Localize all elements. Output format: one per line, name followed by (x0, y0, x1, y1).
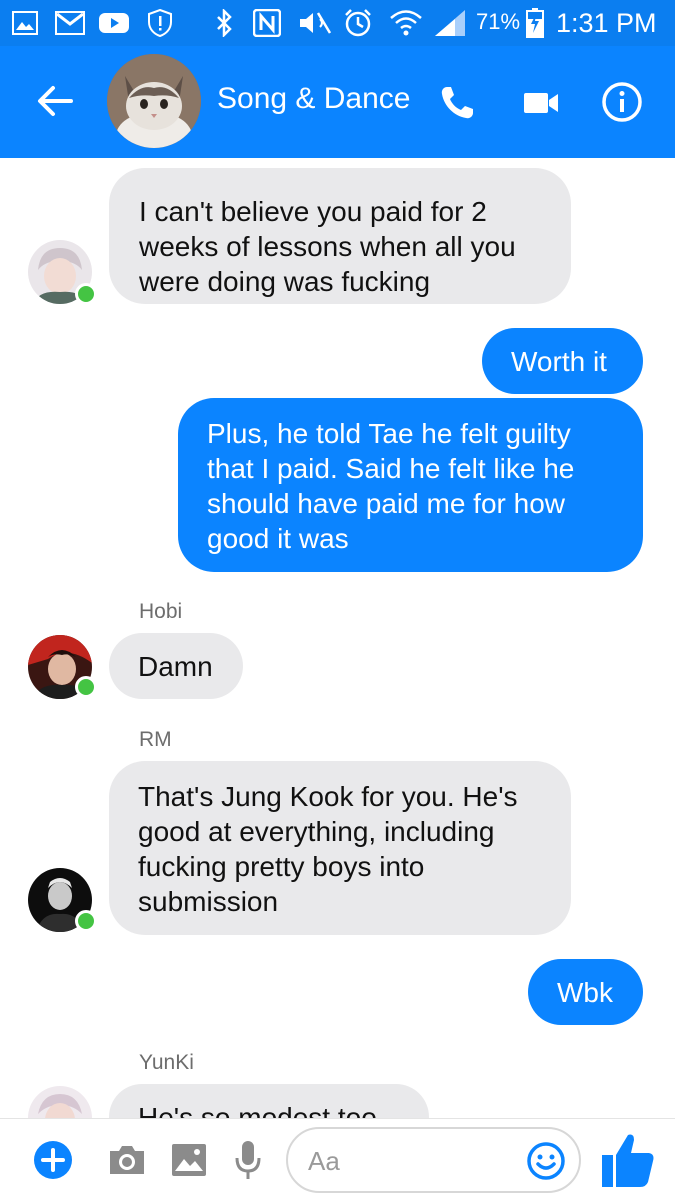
emoji-icon (527, 1142, 565, 1180)
microphone-icon (235, 1141, 261, 1179)
sender-name: Hobi (139, 600, 183, 623)
like-button[interactable] (598, 1129, 658, 1191)
message-list[interactable]: I can't believe you paid for 2 weeks of … (0, 158, 675, 1118)
sender-name: YunKi (139, 1051, 194, 1074)
thumbs-up-icon (602, 1134, 654, 1187)
online-indicator (75, 283, 97, 305)
info-button[interactable] (596, 76, 648, 128)
sender-avatar[interactable] (28, 1086, 92, 1118)
back-button[interactable] (30, 76, 80, 126)
message-bubble[interactable]: Worth it (482, 328, 643, 394)
battery-charging-icon (524, 8, 546, 38)
mute-icon (292, 8, 336, 38)
status-bar: 71% 1:31 PM (0, 0, 675, 46)
online-indicator (75, 910, 97, 932)
wifi-icon (388, 8, 424, 38)
voice-button[interactable] (226, 1135, 270, 1185)
video-camera-icon (524, 93, 558, 113)
nfc-icon (252, 8, 282, 38)
message-input[interactable] (308, 1141, 508, 1181)
info-icon (602, 82, 642, 122)
arrow-left-icon (38, 86, 73, 116)
video-call-button[interactable] (516, 78, 566, 128)
call-button[interactable] (432, 78, 482, 128)
alarm-icon (342, 8, 374, 38)
message-input-wrapper (286, 1127, 581, 1193)
online-indicator (75, 676, 97, 698)
bluetooth-icon (212, 8, 236, 38)
gallery-button[interactable] (166, 1137, 212, 1183)
camera-button[interactable] (104, 1137, 150, 1183)
battery-percent: 71% (476, 9, 521, 34)
camera-icon (110, 1146, 144, 1174)
message-composer (0, 1118, 675, 1200)
gallery-icon (10, 8, 40, 38)
youtube-icon (98, 8, 130, 38)
message-bubble[interactable]: Plus, he told Tae he felt guilty that I … (178, 398, 643, 572)
phone-icon (441, 87, 473, 119)
conversation-header: Song & Dance (0, 46, 675, 158)
sender-name: RM (139, 728, 172, 751)
signal-icon (432, 8, 468, 38)
conversation-title[interactable]: Song & Dance (217, 82, 410, 116)
image-icon (172, 1144, 206, 1176)
message-bubble[interactable]: I can't believe you paid for 2 weeks of … (109, 168, 571, 304)
plus-icon (34, 1141, 72, 1179)
group-avatar[interactable] (107, 54, 201, 148)
gmail-icon (54, 8, 86, 38)
more-options-button[interactable] (30, 1137, 76, 1183)
emoji-button[interactable] (524, 1139, 568, 1183)
message-bubble[interactable]: Wbk (528, 959, 643, 1025)
message-bubble[interactable]: Damn (109, 633, 243, 699)
shield-alert-icon (146, 8, 174, 38)
message-bubble[interactable]: That's Jung Kook for you. He's good at e… (109, 761, 571, 935)
message-bubble[interactable]: He's so modest too (109, 1084, 429, 1118)
clock: 1:31 PM (556, 8, 657, 38)
